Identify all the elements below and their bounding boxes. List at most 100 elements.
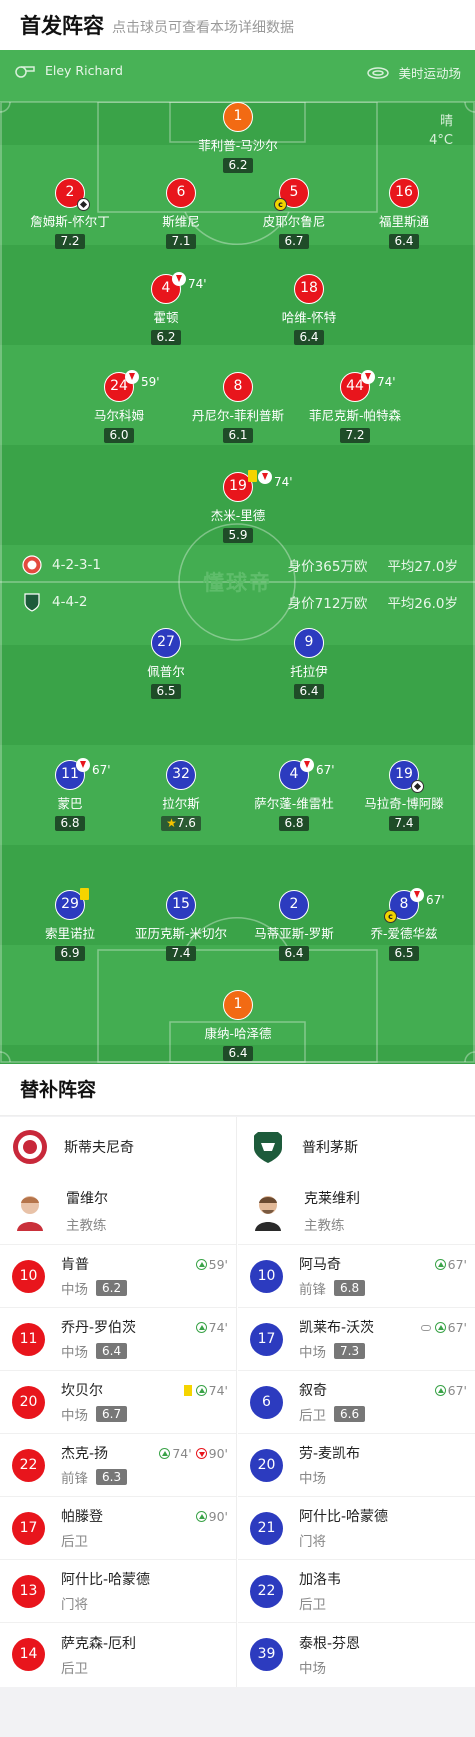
sub-row[interactable]: 20 坎贝尔 中场 6.7 74'	[0, 1371, 236, 1434]
away-player-def-2[interactable]: 15 亚历克斯-米切尔 7.4	[121, 890, 241, 961]
sub-name: 乔丹-罗伯茨	[61, 1320, 137, 1336]
player-number: 44 74'	[340, 370, 396, 402]
sub-row[interactable]: 20 劳-麦凯布 中场	[238, 1434, 475, 1497]
player-name: 皮耶尔鲁尼	[262, 214, 326, 229]
player-name: 康纳-哈泽德	[204, 1026, 272, 1041]
player-rating: 6.4	[294, 330, 324, 345]
sub-position: 中场	[299, 1471, 326, 1487]
sub-in-time: 74'	[208, 1383, 228, 1398]
sub-position: 门将	[61, 1597, 88, 1613]
away-team-row[interactable]: 普利茅斯	[238, 1117, 475, 1177]
away-subs-column: 普利茅斯 克莱维利 主教练 10 阿马奇 前锋 6.8 67' 17 凯莱布-沃茨…	[238, 1117, 475, 1687]
away-value: 身价712万欧	[287, 596, 368, 612]
player-number: 32	[166, 760, 196, 790]
sub-row[interactable]: 11 乔丹-罗伯茨 中场 6.4 74'	[0, 1308, 236, 1371]
sub-row[interactable]: 10 肯普 中场 6.2 59'	[0, 1245, 236, 1308]
sub-rating: 6.4	[96, 1343, 128, 1359]
sub-number: 10	[250, 1259, 283, 1293]
home-player-st[interactable]: 19 74' 杰米-里德 5.9	[178, 470, 298, 543]
sub-row[interactable]: 17 帕滕登 后卫 90'	[0, 1497, 236, 1560]
sub-out-icon	[258, 470, 272, 484]
sub-row[interactable]: 13 阿什比-哈蒙德 门将	[0, 1560, 236, 1623]
home-value: 身价365万欧	[287, 559, 368, 575]
sub-rating: 6.8	[334, 1280, 366, 1296]
away-player-def-4[interactable]: 8 c 67' 乔-爱德华兹 6.5	[344, 888, 464, 961]
player-name: 马尔科姆	[93, 408, 144, 423]
away-player-st-1[interactable]: 27 佩普尔 6.5	[106, 628, 226, 699]
sub-position: 后卫	[299, 1597, 326, 1613]
away-player-gk[interactable]: 1 康纳-哈泽德 6.4	[178, 990, 298, 1061]
home-player-def-2[interactable]: 6 斯维尼 7.1	[121, 178, 241, 249]
sub-position: 后卫	[61, 1534, 88, 1550]
sub-position: 后卫	[61, 1660, 88, 1677]
sub-name: 肯普	[61, 1257, 89, 1273]
sub-name: 阿马奇	[299, 1257, 341, 1273]
sub-row[interactable]: 22 加洛韦 后卫	[238, 1560, 475, 1623]
captain-icon: c	[274, 198, 287, 211]
sub-out-time: 90'	[208, 1446, 228, 1461]
home-coach[interactable]: 雷维尔 主教练	[0, 1177, 236, 1245]
weather-temperature: 4°C	[429, 133, 453, 148]
away-player-mid-1[interactable]: 11 67' 蒙巴 6.8	[10, 758, 130, 831]
player-rating: 6.9	[55, 946, 85, 961]
sub-row[interactable]: 39 泰根-芬恩 中场	[238, 1623, 475, 1686]
sub-position: 中场	[299, 1660, 326, 1677]
sub-in-icon	[434, 1385, 446, 1396]
player-number: 29	[55, 888, 89, 920]
player-number: 1	[223, 102, 253, 132]
sub-row[interactable]: 17 凯莱布-沃茨 中场 7.3 67'	[238, 1308, 475, 1371]
sub-out-icon	[172, 272, 186, 286]
home-player-def-4[interactable]: 16 福里斯通 6.4	[344, 178, 464, 249]
home-player-gk[interactable]: 1 菲利普-马沙尔 6.2	[178, 102, 298, 173]
player-rating: 7.2	[55, 234, 85, 249]
home-player-am-1[interactable]: 24 59' 马尔科姆 6.0	[59, 370, 179, 443]
sub-time: 67'	[92, 763, 111, 777]
player-number: 5c	[274, 178, 309, 211]
player-name: 福里斯通	[378, 214, 429, 229]
sub-name: 泰根-芬恩	[299, 1635, 361, 1652]
player-rating: 7.2	[340, 428, 370, 443]
player-rating: 6.4	[294, 684, 324, 699]
sub-in-icon	[195, 1259, 207, 1270]
star-icon: ★	[166, 816, 177, 830]
sub-row[interactable]: 10 阿马奇 前锋 6.8 67'	[238, 1245, 475, 1308]
referee-name: Eley Richard	[45, 63, 123, 78]
yellow-card-icon	[248, 470, 257, 482]
sub-name: 加洛韦	[299, 1572, 341, 1588]
home-player-dm-2[interactable]: 18 哈维-怀特 6.4	[249, 274, 369, 345]
player-number: 4 67'	[279, 758, 335, 790]
sub-row[interactable]: 22 杰克-扬 前锋 6.3 74' 90'	[0, 1434, 236, 1497]
sub-row[interactable]: 14 萨克森-厄利 后卫	[0, 1623, 236, 1686]
away-player-mid-2[interactable]: 32 拉尔斯 ★7.6	[121, 760, 241, 831]
player-rating: 6.4	[223, 1046, 253, 1061]
home-player-dm-1[interactable]: 4 74' 霍顿 6.2	[106, 272, 226, 345]
sub-row[interactable]: 21 阿什比-哈蒙德 门将	[238, 1497, 475, 1560]
sub-number: 13	[12, 1574, 45, 1608]
home-player-am-3[interactable]: 44 74' 菲尼克斯-帕特森 7.2	[295, 370, 415, 443]
away-player-mid-4[interactable]: 19 马拉奇-博阿滕 7.4	[344, 760, 464, 831]
sub-in-icon	[159, 1448, 171, 1459]
away-player-st-2[interactable]: 9 托拉伊 6.4	[249, 628, 369, 699]
home-player-def-3[interactable]: 5c 皮耶尔鲁尼 6.7	[234, 178, 354, 249]
sub-name: 叙奇	[299, 1383, 327, 1399]
away-coach[interactable]: 克莱维利 主教练	[238, 1177, 475, 1245]
player-number: 2	[279, 890, 309, 920]
sub-row[interactable]: 6 叙奇 后卫 6.6 67'	[238, 1371, 475, 1434]
home-player-def-1[interactable]: 2 詹姆斯-怀尔丁 7.2	[10, 178, 130, 249]
venue-name: 美时运动场	[398, 66, 461, 81]
away-player-def-1[interactable]: 29 索里诺拉 6.9	[10, 888, 130, 961]
player-number: 24 59'	[104, 370, 160, 402]
sub-in-time: 67'	[447, 1383, 467, 1398]
sub-in-time: 74'	[172, 1446, 192, 1461]
away-player-mid-3[interactable]: 4 67' 萨尔蓬-维雷杜 6.8	[234, 758, 354, 831]
sub-rating: 6.7	[96, 1406, 128, 1422]
referee: Eley Richard	[14, 63, 123, 78]
player-rating: 6.8	[279, 816, 309, 831]
home-player-am-2[interactable]: 8 丹尼尔-菲利普斯 6.1	[178, 372, 298, 443]
away-player-def-3[interactable]: 2 马蒂亚斯-罗斯 6.4	[234, 890, 354, 961]
sub-number: 21	[250, 1511, 283, 1545]
home-team-row[interactable]: 斯蒂夫尼奇	[0, 1117, 236, 1177]
sub-rating: 6.3	[96, 1469, 128, 1485]
sub-time: 74'	[377, 375, 396, 389]
player-rating: 6.8	[55, 816, 85, 831]
